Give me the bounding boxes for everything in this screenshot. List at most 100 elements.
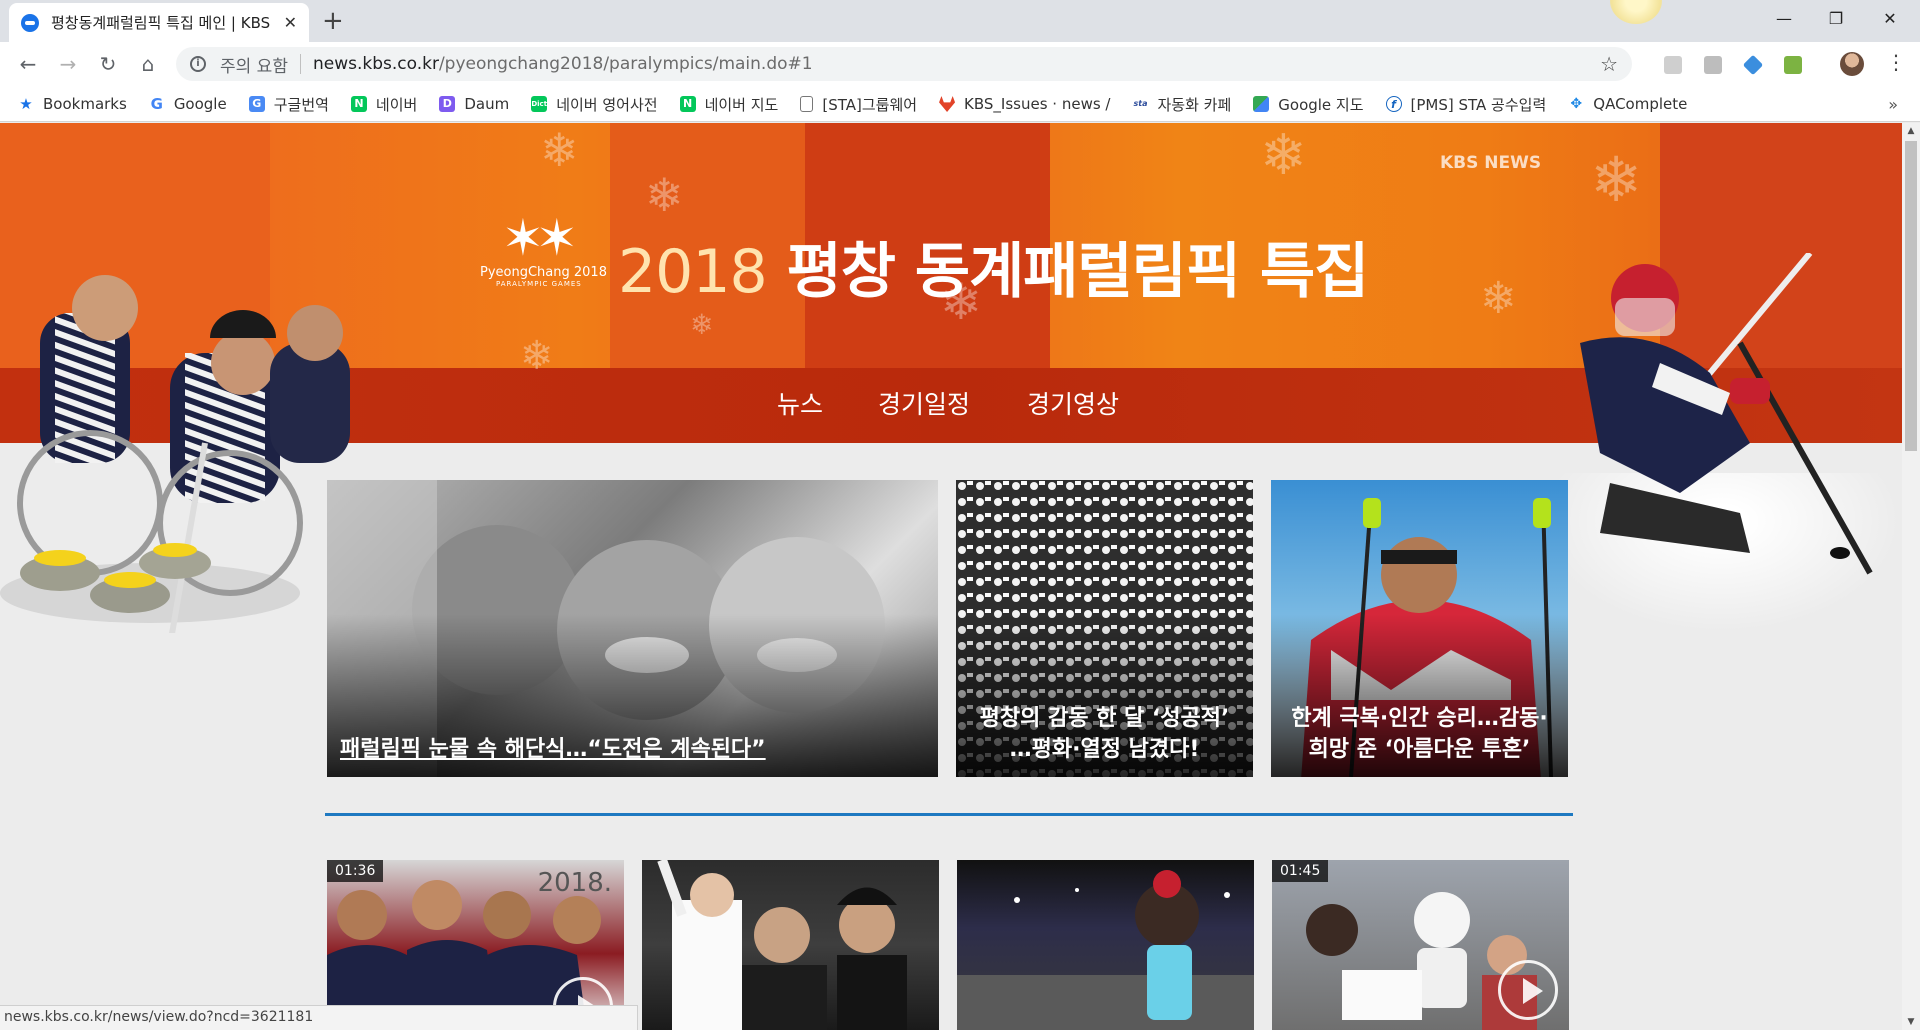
maximize-button[interactable]: ❐	[1808, 0, 1864, 36]
bookmark-label: [STA]그룹웨어	[822, 95, 918, 114]
bookmark-star-icon[interactable]: ☆	[1600, 52, 1618, 76]
close-window-button[interactable]: ✕	[1862, 0, 1918, 36]
video-thumbnail[interactable]	[642, 860, 939, 1030]
star-icon: ★	[19, 95, 33, 113]
page-viewport: ❄ ❄ ❄ ❄ ❄ ❄ ❄ ❄ KBS NEWS ✶✶ PyeongChang …	[0, 123, 1902, 1030]
scrollbar-thumb[interactable]	[1905, 141, 1917, 451]
extension-ex-icon[interactable]	[1704, 56, 1722, 74]
snowflake-icon: ❄	[520, 333, 554, 379]
page-title-text: 평창 동계패럴림픽 특집	[766, 237, 1370, 307]
bookmark-label: Daum	[464, 95, 510, 113]
home-button[interactable]: ⌂	[132, 48, 164, 80]
window-decoration-moon	[1610, 0, 1662, 24]
forward-button[interactable]: →	[52, 48, 84, 80]
security-warning[interactable]: 주의 요함	[220, 52, 288, 77]
bookmark-item[interactable]: N 네이버	[350, 94, 418, 115]
scroll-down-icon[interactable]: ▼	[1902, 1017, 1920, 1027]
url-path: /pyeongchang2018/paralympics/main.do#1	[438, 54, 813, 74]
kbs-favicon-icon	[21, 13, 39, 32]
bookmark-item[interactable]: G 구글번역	[248, 94, 329, 115]
naver-icon: N	[679, 96, 696, 112]
back-button[interactable]: ←	[12, 48, 44, 80]
bookmark-item[interactable]: ✥ QAComplete	[1568, 95, 1687, 113]
translate-icon: G	[248, 96, 265, 112]
page-title: 2018 평창 동계패럴림픽 특집	[618, 223, 1370, 310]
play-icon[interactable]	[1498, 960, 1558, 1020]
nav-schedule[interactable]: 경기일정	[878, 385, 970, 421]
bookmark-label: QAComplete	[1593, 95, 1688, 113]
tab-close-icon[interactable]: ✕	[284, 13, 297, 32]
dict-icon: Dict	[531, 96, 548, 112]
snowflake-icon: ❄	[645, 168, 684, 222]
snowflake-icon: ❄	[1480, 273, 1517, 324]
minimize-button[interactable]: —	[1756, 0, 1812, 36]
browser-tab[interactable]: 평창동계패럴림픽 특집 메인 | KBS ✕	[9, 3, 309, 42]
video-thumbnail[interactable]	[957, 860, 1254, 1030]
bookmarks-overflow-icon[interactable]: »	[1888, 95, 1898, 114]
bookmark-item[interactable]: KBS_Issues · news /	[939, 95, 1110, 113]
tab-title: 평창동계패럴림픽 특집 메인 | KBS	[51, 14, 271, 32]
headline-card[interactable]: 한계 극복·인간 승리…감동· 희망 준 ‘아름다운 투혼’	[1271, 480, 1568, 777]
bookmark-label: 네이버	[375, 95, 418, 114]
headline-card[interactable]: 평창의 감동 한 달 ‘성공적’ …평화·열정 남겼다!	[956, 480, 1253, 777]
bookmark-label: [PMS] STA 공수입력	[1410, 95, 1547, 114]
naver-icon: N	[350, 96, 367, 112]
menu-kebab-icon[interactable]: ⋮	[1886, 50, 1906, 74]
bookmark-label: 네이버 영어사전	[556, 95, 658, 114]
extension-icon[interactable]	[1664, 56, 1682, 74]
logo-text: PyeongChang 2018	[480, 265, 607, 280]
bookmarks-bar: ★ Bookmarks G Google G 구글번역 N 네이버 D Daum Dict…	[0, 87, 1920, 122]
bookmark-item[interactable]: f [PMS] STA 공수입력	[1385, 94, 1547, 115]
profile-avatar[interactable]	[1840, 52, 1864, 76]
page-scrollbar[interactable]: ▲ ▼	[1902, 123, 1920, 1030]
headline-caption[interactable]: 한계 극복·인간 승리…감동· 희망 준 ‘아름다운 투혼’	[1271, 703, 1568, 765]
nav-news[interactable]: 뉴스	[777, 385, 823, 421]
snowflake-icon: ❄	[540, 123, 579, 177]
logo-subtext: PARALYMPIC GAMES	[496, 280, 582, 288]
extension-arrow-icon[interactable]	[1742, 54, 1764, 76]
bookmark-label: Google	[173, 95, 227, 113]
extension-ladder-icon[interactable]	[1784, 56, 1802, 74]
tab-strip: 평창동계패럴림픽 특집 메인 | KBS ✕ + — ❐ ✕	[0, 0, 1920, 42]
bookmark-item[interactable]: G Google	[149, 95, 227, 113]
gitlab-icon	[939, 96, 956, 112]
info-icon[interactable]: i	[190, 56, 206, 72]
bookmark-item[interactable]: D Daum	[439, 95, 509, 113]
bookmark-item[interactable]: [STA]그룹웨어	[800, 94, 917, 115]
video-duration: 01:36	[327, 860, 384, 882]
pyeongchang-logo: ✶✶ PyeongChang 2018 PARALYMPIC GAMES	[480, 213, 610, 288]
address-separator	[299, 54, 301, 74]
page-icon	[800, 96, 814, 112]
video-photo	[957, 870, 1254, 1030]
headline-card-main[interactable]: 패럴림픽 눈물 속 해단식…“도전은 계속된다”	[327, 480, 938, 777]
snowflake-icon: ❄	[690, 308, 714, 341]
bookmark-label: 구글번역	[273, 95, 329, 114]
scroll-up-icon[interactable]: ▲	[1902, 126, 1920, 136]
address-bar[interactable]: i 주의 요함 news.kbs.co.kr /pyeongchang2018/…	[176, 47, 1632, 81]
bookmark-label: 자동화 카페	[1157, 95, 1232, 114]
reload-button[interactable]: ↻	[92, 48, 124, 80]
nav-videos[interactable]: 경기영상	[1027, 385, 1119, 421]
bookmark-label: Google 지도	[1278, 95, 1364, 114]
video-overlay-text: 2018.	[537, 868, 612, 898]
headline-caption[interactable]: 평창의 감동 한 달 ‘성공적’ …평화·열정 남겼다!	[956, 703, 1253, 765]
snowflake-icon: ❄	[1260, 123, 1307, 188]
bookmark-item[interactable]: N 네이버 지도	[679, 94, 778, 115]
new-tab-button[interactable]: +	[322, 6, 344, 36]
pyeongchang-emblem-icon: ✶✶	[502, 209, 578, 267]
bookmark-label: KBS_Issues · news /	[964, 95, 1111, 113]
bookmark-item[interactable]: sta 자동화 카페	[1132, 94, 1231, 115]
link-status-bar: news.kbs.co.kr/news/view.do?ncd=3621181	[0, 1005, 638, 1030]
section-divider	[325, 813, 1573, 816]
bookmark-item[interactable]: Dict 네이버 영어사전	[531, 94, 658, 115]
bookmark-item[interactable]: ★ Bookmarks	[18, 95, 127, 113]
bookmark-label: Bookmarks	[43, 95, 127, 113]
ice-hockey-athlete-image	[1580, 253, 1873, 575]
google-icon: G	[150, 95, 163, 113]
bookmark-item[interactable]: Google 지도	[1253, 94, 1364, 115]
daum-icon: D	[439, 96, 456, 112]
page-title-year: 2018	[618, 237, 768, 307]
headline-caption[interactable]: 패럴림픽 눈물 속 해단식…“도전은 계속된다”	[327, 734, 938, 765]
video-thumbnail[interactable]: 01:45	[1272, 860, 1569, 1030]
pms-icon: f	[1385, 96, 1402, 112]
